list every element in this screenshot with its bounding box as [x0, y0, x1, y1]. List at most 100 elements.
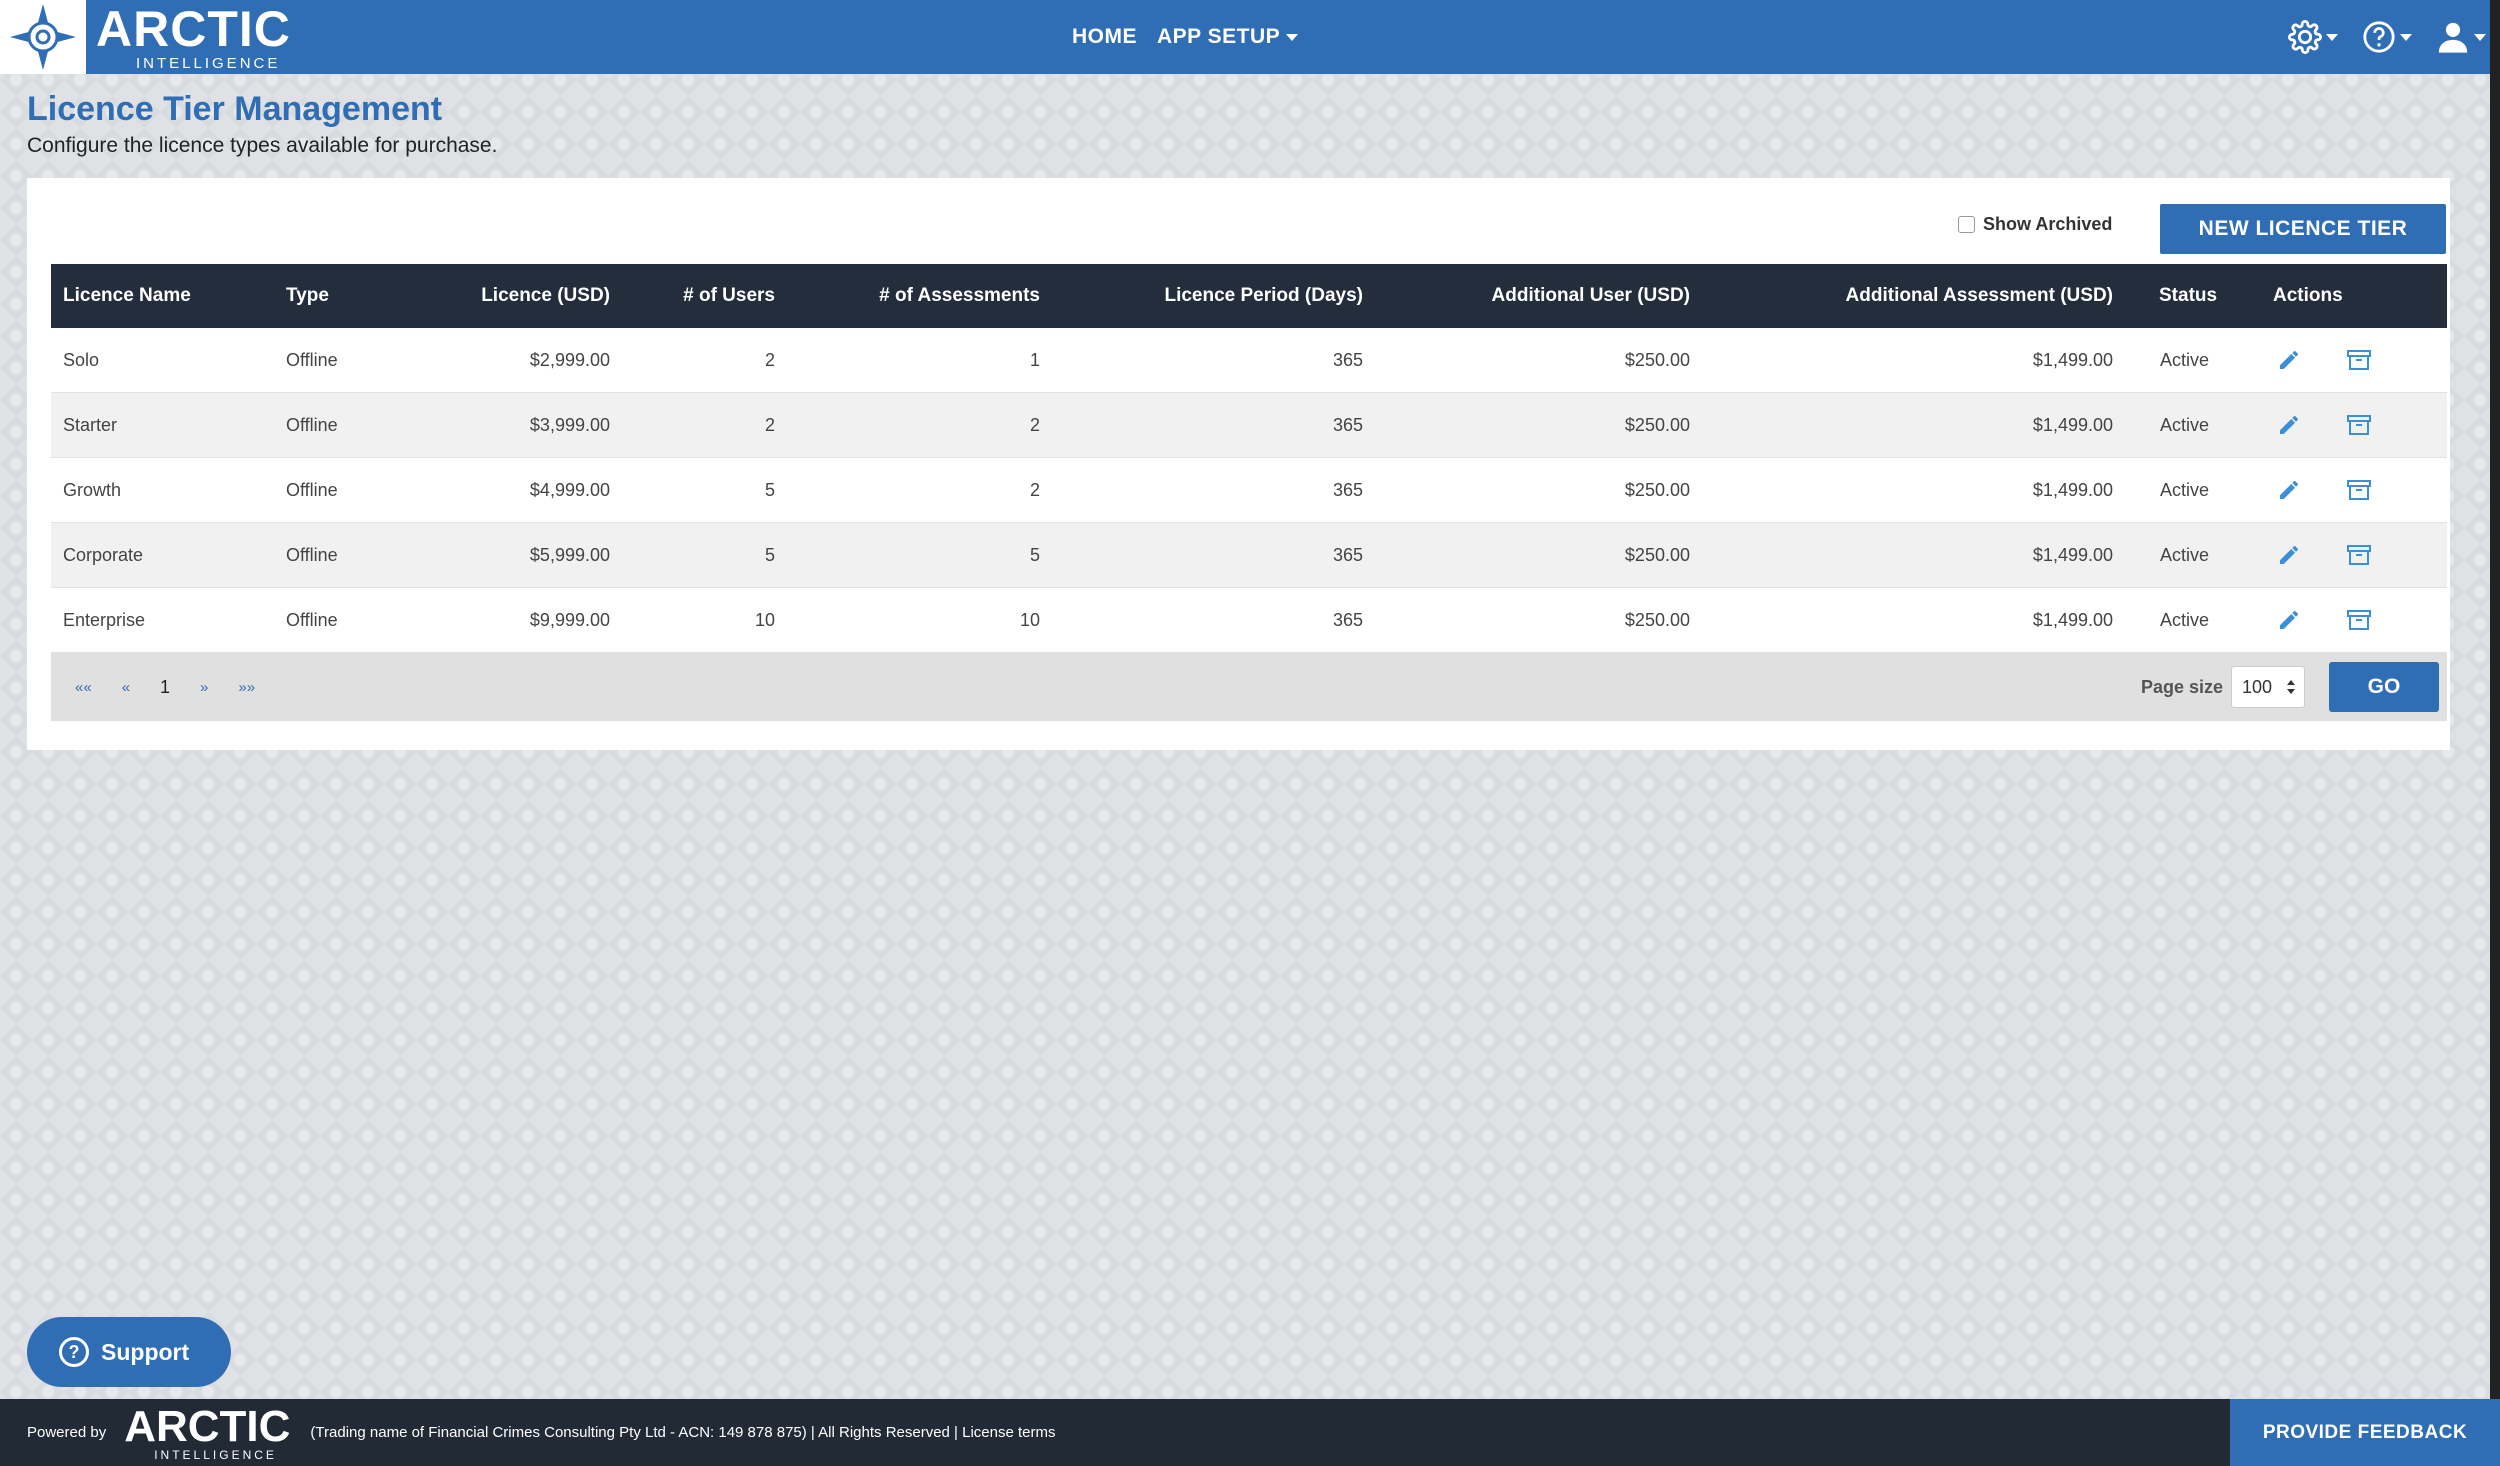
cell-actions: [2248, 410, 2434, 440]
prev-page-link[interactable]: «: [122, 679, 130, 696]
header-additional-user[interactable]: Additional User (USD): [1363, 285, 1690, 307]
cell-licence-usd: $3,999.00: [529, 414, 610, 435]
table-row: Growth Offline $4,999.00 5 2 365 $250.00 $1,499…: [51, 458, 2447, 523]
page-subtitle: Configure the licence types available fo…: [27, 134, 498, 157]
header-licence-period[interactable]: Licence Period (Days): [1040, 285, 1363, 307]
footer-logo[interactable]: ARCTIC INTELLIGENCE: [124, 1404, 290, 1461]
cell-type: Offline: [286, 349, 338, 370]
cell-users: 2: [764, 349, 775, 370]
cell-additional-assessment: $1,499.00: [2032, 479, 2113, 500]
cell-users: 5: [764, 544, 775, 565]
nav-home[interactable]: HOME: [1072, 25, 1137, 49]
licence-tier-table: Licence Name Type Licence (USD) # of Use…: [51, 264, 2447, 721]
new-licence-tier-button[interactable]: NEW LICENCE TIER: [2160, 204, 2446, 254]
current-page[interactable]: 1: [160, 677, 170, 698]
cell-status: Active: [2160, 479, 2210, 500]
nav-app-setup-label: APP SETUP: [1157, 25, 1281, 48]
header-licence-usd[interactable]: Licence (USD): [426, 285, 610, 307]
cell-assessments: 10: [1019, 609, 1040, 630]
user-icon: [2438, 22, 2468, 53]
cell-additional-user: $250.00: [1624, 479, 1690, 500]
page-size-select[interactable]: 100: [2231, 666, 2305, 708]
chevron-down-icon: [1286, 33, 1299, 41]
show-archived-checkbox[interactable]: [1958, 216, 1975, 233]
show-archived-label: Show Archived: [1983, 214, 2113, 234]
cell-additional-assessment: $1,499.00: [2032, 414, 2113, 435]
help-icon: [2363, 21, 2395, 53]
compass-logo-icon: [10, 4, 76, 70]
header-icons: [2288, 0, 2486, 74]
table-row: Enterprise Offline $9,999.00 10 10 365 $250.00…: [51, 588, 2447, 653]
page-size-value: 100: [2242, 676, 2273, 697]
header-additional-assessment[interactable]: Additional Assessment (USD): [1690, 285, 2113, 307]
header-type[interactable]: Type: [286, 285, 426, 307]
cell-licence-period: 365: [1332, 414, 1363, 435]
cell-additional-user: $250.00: [1624, 544, 1690, 565]
cell-licence-period: 365: [1332, 349, 1363, 370]
cell-licence-usd: $9,999.00: [529, 609, 610, 630]
edit-pencil-icon[interactable]: [2274, 605, 2304, 635]
cell-licence-usd: $4,999.00: [529, 479, 610, 500]
nav-app-setup[interactable]: APP SETUP: [1157, 25, 1299, 49]
pagination: «« « 1 » »»: [75, 677, 255, 698]
cell-licence-usd: $2,999.00: [529, 349, 610, 370]
next-page-link[interactable]: »: [200, 679, 208, 696]
help-menu[interactable]: [2362, 20, 2412, 54]
scrollbar[interactable]: [2490, 0, 2500, 1400]
edit-pencil-icon[interactable]: [2274, 540, 2304, 570]
cell-assessments: 2: [1029, 479, 1040, 500]
header-licence-name[interactable]: Licence Name: [51, 285, 286, 307]
page-title: Licence Tier Management: [27, 90, 443, 128]
powered-by-label: Powered by: [27, 1424, 107, 1441]
page-size-label: Page size: [2141, 676, 2224, 697]
edit-pencil-icon[interactable]: [2274, 475, 2304, 505]
support-button[interactable]: ? Support: [27, 1317, 231, 1387]
cell-actions: [2248, 475, 2434, 505]
archive-icon[interactable]: [2344, 410, 2374, 440]
cell-type: Offline: [286, 544, 338, 565]
go-button[interactable]: GO: [2329, 662, 2439, 712]
cell-licence-usd: $5,999.00: [529, 544, 610, 565]
edit-pencil-icon[interactable]: [2274, 345, 2304, 375]
cell-actions: [2248, 345, 2434, 375]
cell-users: 10: [754, 609, 775, 630]
archive-icon[interactable]: [2344, 540, 2374, 570]
footer: Powered by ARCTIC INTELLIGENCE (Trading …: [0, 1399, 2500, 1466]
table-row: Corporate Offline $5,999.00 5 5 365 $250.00 $1,…: [51, 523, 2447, 588]
cell-licence-name: Enterprise: [63, 609, 146, 630]
cell-status: Active: [2160, 414, 2210, 435]
cell-assessments: 2: [1029, 414, 1040, 435]
cell-actions: [2248, 540, 2434, 570]
provide-feedback-button[interactable]: PROVIDE FEEDBACK: [2230, 1399, 2500, 1466]
archive-icon[interactable]: [2344, 345, 2374, 375]
edit-pencil-icon[interactable]: [2274, 410, 2304, 440]
cell-additional-user: $250.00: [1624, 349, 1690, 370]
cell-assessments: 1: [1029, 349, 1040, 370]
first-page-link[interactable]: ««: [75, 679, 92, 696]
cell-additional-assessment: $1,499.00: [2032, 544, 2113, 565]
last-page-link[interactable]: »»: [238, 679, 255, 696]
table-row: Solo Offline $2,999.00 2 1 365 $250.00 $1,499.0…: [51, 328, 2447, 393]
cell-status: Active: [2160, 544, 2210, 565]
show-archived-toggle[interactable]: Show Archived: [1958, 214, 2112, 235]
cell-licence-name: Corporate: [63, 544, 144, 565]
archive-icon[interactable]: [2344, 605, 2374, 635]
header-users[interactable]: # of Users: [610, 285, 775, 307]
cell-actions: [2248, 605, 2434, 635]
settings-menu[interactable]: [2288, 20, 2338, 54]
gear-icon: [2288, 20, 2322, 54]
cell-type: Offline: [286, 414, 338, 435]
chevron-down-icon: [2326, 33, 2338, 41]
brand-wordmark[interactable]: ARCTIC INTELLIGENCE: [96, 4, 291, 71]
cell-users: 5: [764, 479, 775, 500]
cell-additional-user: $250.00: [1624, 414, 1690, 435]
pagination-bar: «« « 1 » »» Page size 100 GO: [51, 653, 2447, 721]
header-status[interactable]: Status: [2113, 285, 2247, 307]
logo-emblem[interactable]: [0, 0, 86, 74]
header-assessments[interactable]: # of Assessments: [775, 285, 1040, 307]
archive-icon[interactable]: [2344, 475, 2374, 505]
brand-name: ARCTIC: [96, 0, 291, 57]
cell-assessments: 5: [1029, 544, 1040, 565]
cell-additional-user: $250.00: [1624, 609, 1690, 630]
user-menu[interactable]: [2436, 20, 2486, 54]
